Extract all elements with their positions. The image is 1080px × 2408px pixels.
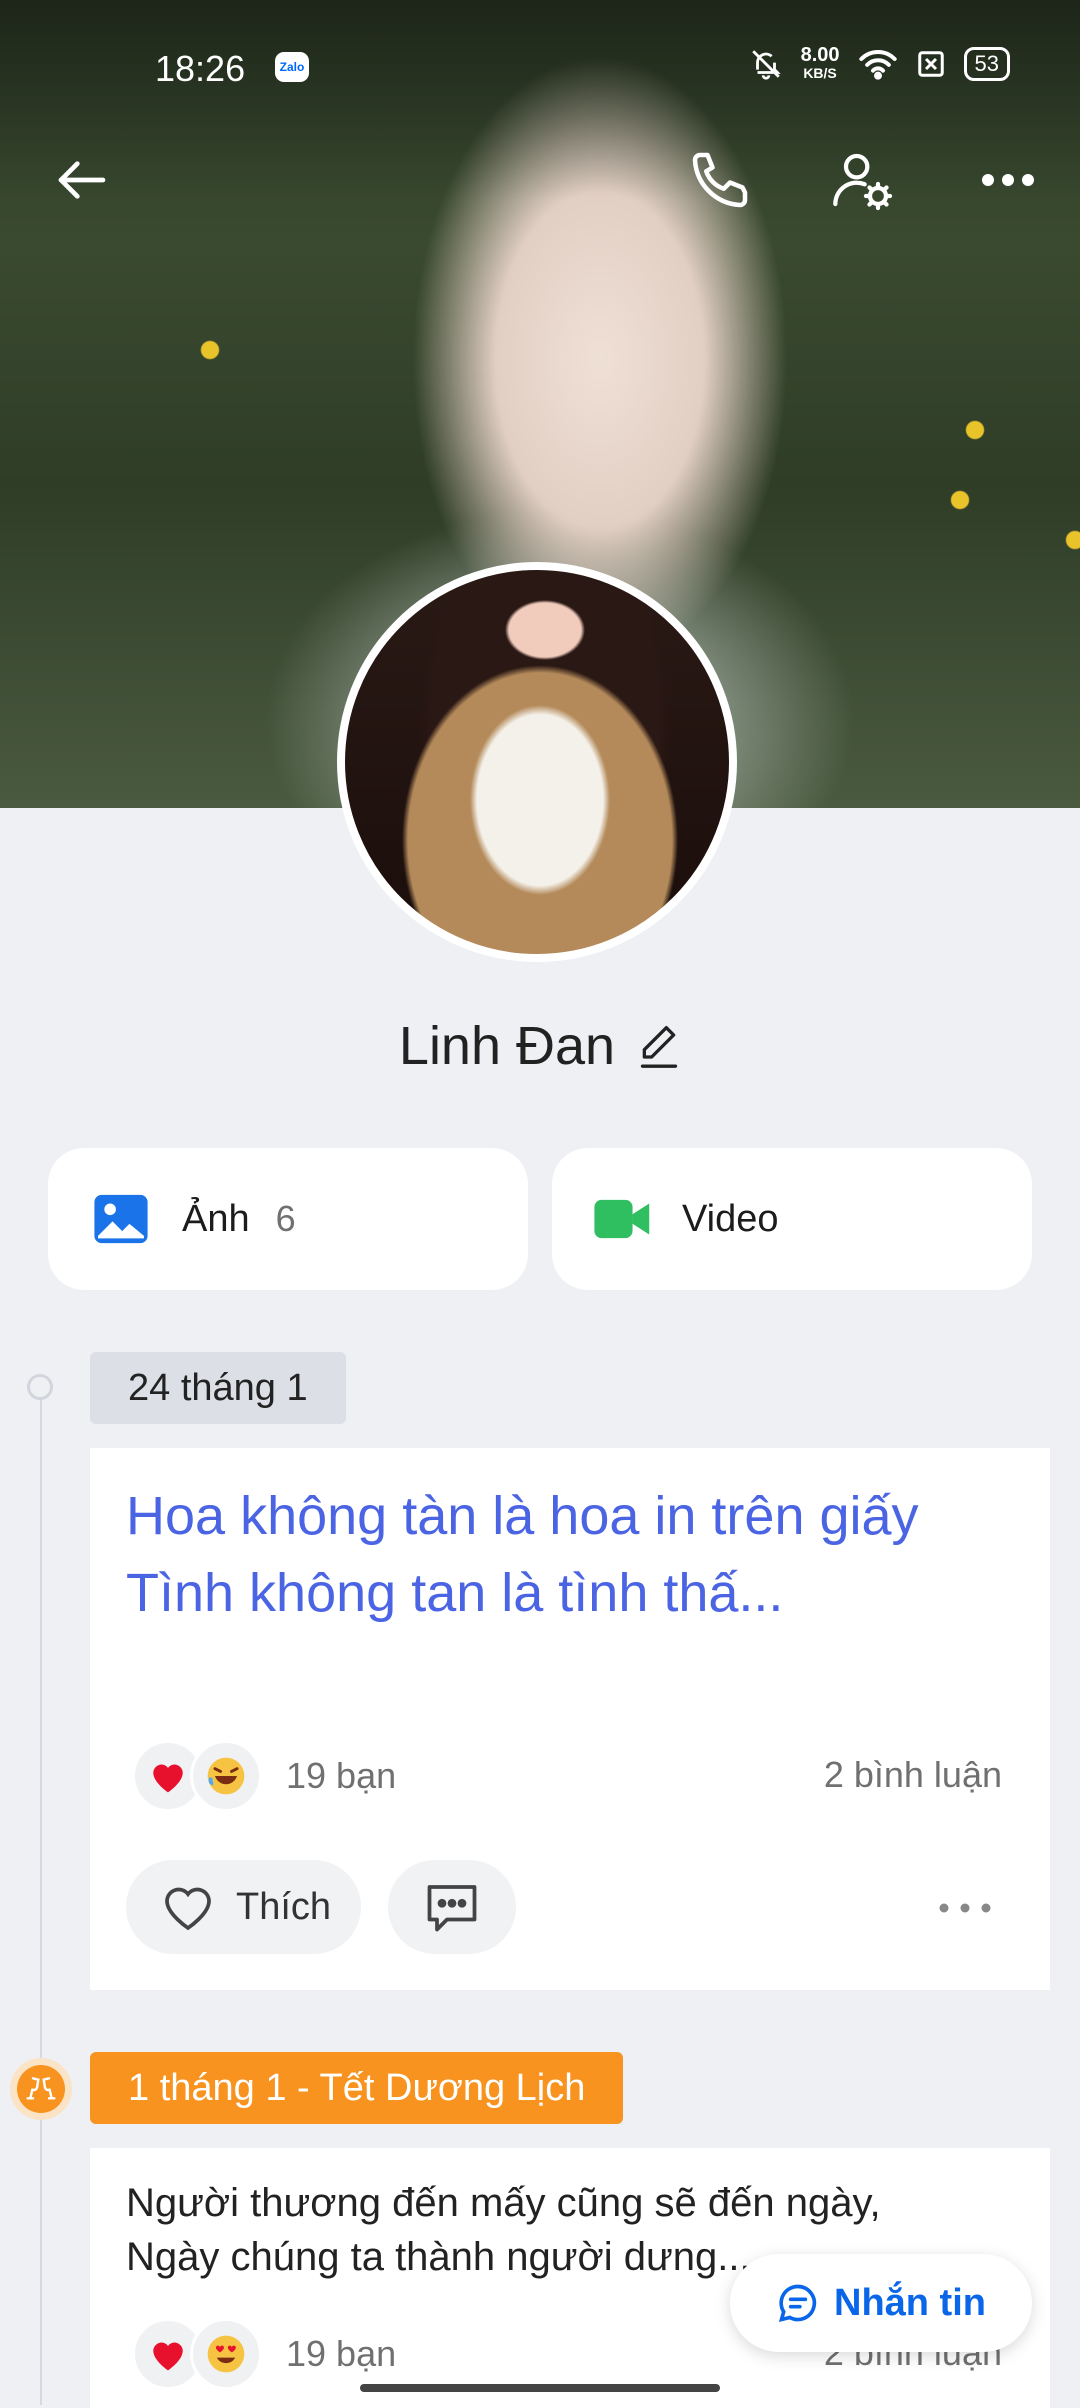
- send-message-label: Nhắn tin: [834, 2281, 986, 2324]
- chat-bubble-icon: [778, 2284, 817, 2323]
- send-message-button[interactable]: Nhắn tin: [730, 2254, 1032, 2352]
- reaction-summary[interactable]: 19 bạn: [132, 1740, 396, 1812]
- video-card[interactable]: Video: [552, 1148, 1032, 1290]
- comment-count[interactable]: 2 bình luận: [824, 1754, 1002, 1796]
- timeline-dot: [27, 1374, 53, 1400]
- net-speed: 8.00 KB/S: [800, 44, 840, 82]
- heart-outline-icon: [165, 1887, 211, 1931]
- reaction-summary[interactable]: 19 bạn: [132, 2318, 396, 2390]
- post-text[interactable]: Hoa không tàn là hoa in trên giấy Tình k…: [126, 1478, 986, 1632]
- timeline-post[interactable]: Hoa không tàn là hoa in trên giấy Tình k…: [90, 1448, 1050, 1990]
- profile-settings-button[interactable]: [822, 140, 902, 220]
- call-button[interactable]: [680, 140, 760, 220]
- heart-eyes-reaction-icon: [190, 2318, 262, 2390]
- post-date-chip: 24 tháng 1: [90, 1352, 346, 1424]
- edit-pencil-icon[interactable]: [637, 1022, 681, 1070]
- user-settings-icon: [833, 153, 893, 211]
- reaction-count: 19 bạn: [286, 1755, 397, 1796]
- profile-name-row: Linh Đan: [0, 1015, 1080, 1077]
- wifi-icon: [858, 50, 897, 80]
- photos-count: 6: [275, 1198, 296, 1239]
- mute-bell-icon: [751, 50, 781, 80]
- sim-off-icon: [917, 51, 944, 77]
- holiday-marker: [10, 2058, 72, 2120]
- cheers-icon: [26, 2077, 56, 2100]
- home-indicator[interactable]: [360, 2384, 720, 2392]
- status-icons: 8.00 KB/S 53: [749, 44, 1010, 82]
- net-speed-unit: KB/S: [803, 65, 837, 81]
- like-button[interactable]: Thích: [126, 1860, 362, 1954]
- comment-bubble-icon: [427, 1885, 477, 1932]
- phone-icon: [692, 152, 748, 208]
- back-button[interactable]: [42, 140, 122, 220]
- more-horizontal-icon: [982, 174, 1034, 186]
- more-options-button[interactable]: [968, 140, 1048, 220]
- video-camera-icon: [594, 1199, 650, 1239]
- like-label: Thích: [236, 1885, 332, 1928]
- comment-button[interactable]: [388, 1860, 516, 1954]
- status-bar: 18:26 Zalo 8.00 KB/S 53: [0, 0, 1080, 110]
- timeline-line: [40, 1395, 42, 2405]
- net-speed-value: 8.00: [800, 44, 840, 66]
- battery-indicator: 53: [963, 47, 1010, 81]
- profile-name: Linh Đan: [398, 1016, 616, 1076]
- photos-label: Ảnh: [182, 1197, 250, 1240]
- laugh-reaction-icon: [190, 1740, 262, 1812]
- zalo-notification-icon: Zalo: [275, 52, 309, 82]
- more-horizontal-icon: [939, 1903, 991, 1913]
- profile-avatar[interactable]: [337, 562, 737, 962]
- holiday-date-chip: 1 tháng 1 - Tết Dương Lịch: [90, 2052, 624, 2124]
- video-label: Video: [682, 1197, 779, 1240]
- reaction-count: 19 bạn: [286, 2333, 397, 2374]
- photos-card[interactable]: Ảnh 6: [48, 1148, 528, 1290]
- image-icon: [94, 1194, 148, 1244]
- status-time: 18:26: [155, 48, 246, 89]
- post-more-button[interactable]: [930, 1878, 1000, 1938]
- arrow-left-icon: [58, 161, 106, 199]
